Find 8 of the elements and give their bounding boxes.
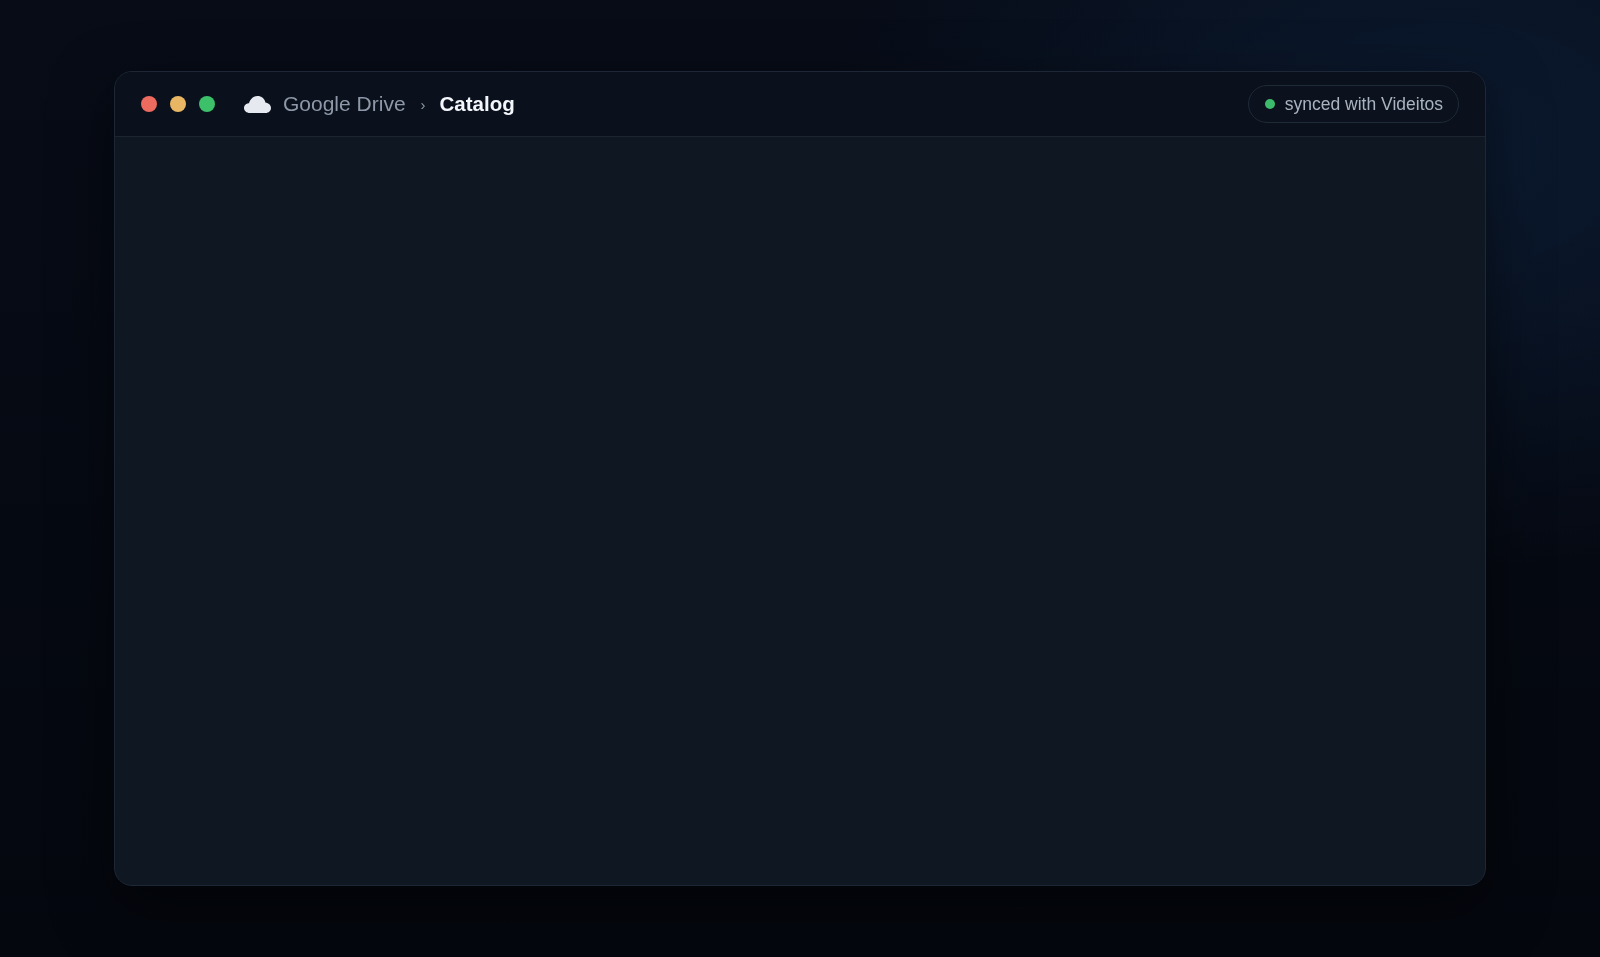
minimize-button[interactable] xyxy=(170,96,186,112)
breadcrumb-item[interactable]: Google Drive xyxy=(283,92,406,116)
cloud-icon xyxy=(244,95,271,113)
breadcrumb-separator: › xyxy=(420,95,426,113)
sync-status-text: synced with Videitos xyxy=(1284,93,1443,115)
zoom-button[interactable] xyxy=(199,96,215,112)
breadcrumb-item[interactable]: Catalog xyxy=(439,92,515,116)
close-button[interactable] xyxy=(141,96,157,112)
